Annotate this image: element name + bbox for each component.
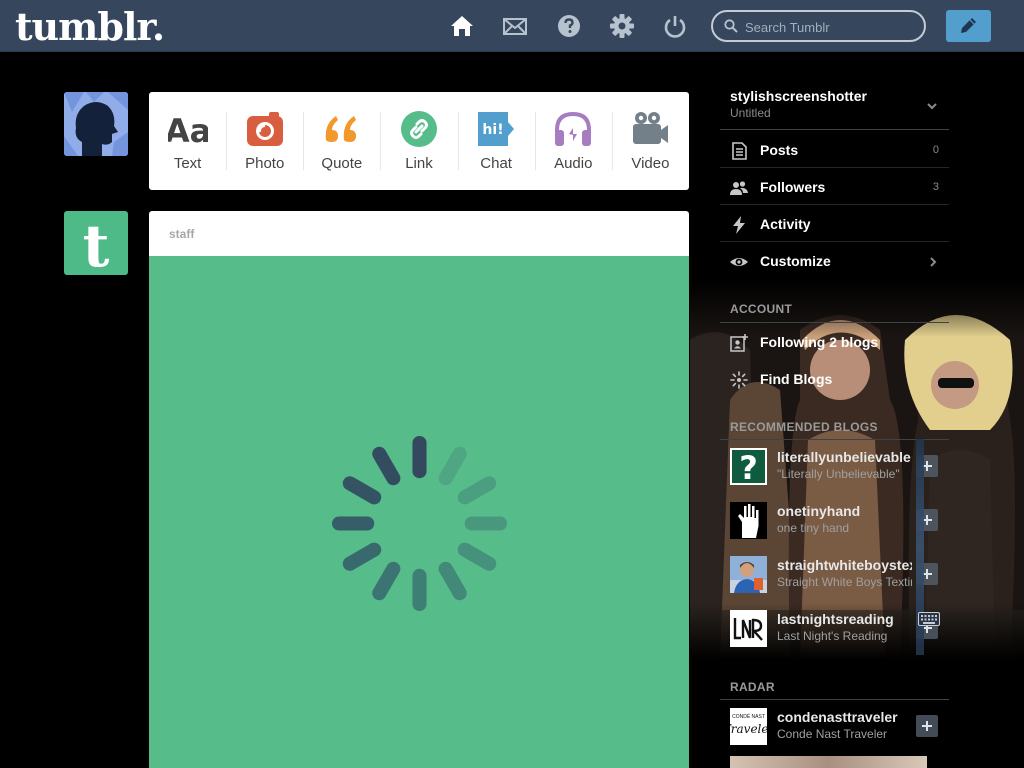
sidebar-item-following[interactable]: Following 2 blogs xyxy=(720,323,949,360)
post-type-text[interactable]: Aa Text xyxy=(149,92,226,190)
sidebar: stylishscreenshotter Untitled Posts 0 Fo… xyxy=(690,52,1024,768)
tumblr-logo[interactable]: tumblr. xyxy=(15,4,165,49)
account-section-title: ACCOUNT xyxy=(730,302,793,316)
compose-post-button[interactable] xyxy=(946,10,991,42)
person-avatar xyxy=(730,556,767,593)
post-type-label: Text xyxy=(173,155,202,172)
search-input[interactable] xyxy=(745,18,920,36)
home-icon[interactable] xyxy=(449,13,475,39)
recommended-blog-row[interactable]: lastnightsreading Last Night's Reading xyxy=(720,602,949,656)
post-type-link[interactable]: Link xyxy=(380,92,457,190)
svg-text:hi!: hi! xyxy=(483,122,504,138)
mail-icon[interactable] xyxy=(502,13,528,39)
post-type-label: Chat xyxy=(480,155,512,172)
post-type-audio[interactable]: Audio xyxy=(534,92,612,190)
staff-avatar[interactable]: t xyxy=(64,211,128,275)
radar-image-preview[interactable] xyxy=(730,756,927,768)
post-type-photo[interactable]: Photo xyxy=(226,92,303,190)
blog-name: literallyunbelievable xyxy=(777,449,911,465)
post-type-label: Photo xyxy=(245,155,285,172)
sidebar-item-label: Activity xyxy=(760,216,811,232)
recommended-section-title: RECOMMENDED BLOGS xyxy=(730,420,878,434)
blog-name: onetinyhand xyxy=(777,503,861,519)
svg-text:?: ? xyxy=(739,449,758,485)
question-mark-avatar: ? xyxy=(730,448,767,485)
blog-description: one tiny hand xyxy=(777,521,850,535)
post-type-label: Video xyxy=(631,155,670,172)
power-icon[interactable] xyxy=(662,13,688,39)
radar-section-title: RADAR xyxy=(730,680,775,694)
sidebar-item-label: Following 2 blogs xyxy=(760,334,879,350)
search-icon xyxy=(724,19,738,33)
post-type-chat[interactable]: hi! Chat xyxy=(457,92,535,190)
sidebar-item-label: Followers xyxy=(760,179,826,195)
loading-spinner-icon xyxy=(332,436,507,611)
blog-description: "Literally Unbelievable" xyxy=(777,467,900,481)
sidebar-item-count: 3 xyxy=(932,181,939,193)
quote-icon xyxy=(322,110,362,148)
post-type-selector: Aa Text Photo Quote Link hi! Chat Audio xyxy=(149,92,689,190)
recommended-blog-row[interactable]: ? literallyunbelievable "Literally Unbel… xyxy=(720,440,949,494)
svg-text:CONDÉ NAST: CONDÉ NAST xyxy=(732,713,765,720)
lnr-avatar xyxy=(730,610,767,647)
sidebar-item-label: Customize xyxy=(760,253,831,269)
sidebar-item-posts[interactable]: Posts 0 xyxy=(720,131,949,168)
svg-text:t: t xyxy=(83,212,110,275)
following-icon xyxy=(730,334,748,352)
traveler-avatar: CONDÉ NAST Traveler xyxy=(730,708,767,745)
blog-description: Conde Nast Traveler xyxy=(777,727,888,741)
blog-name: stylishscreenshotter xyxy=(730,88,867,104)
sidebar-item-label: Posts xyxy=(760,142,799,158)
chevron-down-icon xyxy=(927,103,937,110)
chat-icon: hi! xyxy=(476,110,516,148)
sidebar-item-customize[interactable]: Customize xyxy=(720,242,949,279)
recommended-blog-row[interactable]: onetinyhand one tiny hand xyxy=(720,494,949,548)
chevron-right-icon xyxy=(930,257,937,267)
link-icon xyxy=(399,110,439,148)
keyboard-icon[interactable] xyxy=(918,612,940,626)
blog-name: condenasttraveler xyxy=(777,709,898,725)
post-type-quote[interactable]: Quote xyxy=(303,92,380,190)
top-navigation-bar: tumblr. xyxy=(0,0,1024,52)
help-icon[interactable] xyxy=(556,13,582,39)
compass-icon xyxy=(730,371,748,389)
recommended-blog-row[interactable]: straightwhiteboystexting Straight White … xyxy=(720,548,949,602)
posts-icon xyxy=(732,142,747,160)
radar-blog-row[interactable]: CONDÉ NAST Traveler condenasttraveler Con… xyxy=(720,700,949,754)
post-type-label: Audio xyxy=(554,155,593,172)
svg-text:Traveler: Traveler xyxy=(730,722,767,736)
post-author[interactable]: staff xyxy=(149,211,689,256)
sidebar-item-followers[interactable]: Followers 3 xyxy=(720,168,949,205)
sidebar-item-count: 0 xyxy=(932,144,939,156)
camera-icon xyxy=(245,110,285,148)
blog-description: Last Night's Reading xyxy=(777,629,888,643)
followers-icon xyxy=(730,181,748,195)
blog-selector[interactable]: stylishscreenshotter Untitled xyxy=(720,84,949,130)
pencil-icon xyxy=(961,18,976,33)
gear-icon[interactable] xyxy=(609,13,635,39)
text-icon: Aa xyxy=(164,110,210,150)
svg-text:Aa: Aa xyxy=(168,112,208,148)
post-type-video[interactable]: Video xyxy=(611,92,689,190)
user-avatar[interactable] xyxy=(64,92,128,156)
video-camera-icon xyxy=(630,110,670,148)
eye-icon xyxy=(730,258,748,266)
blog-name: straightwhiteboystexting xyxy=(777,557,912,573)
sidebar-item-find-blogs[interactable]: Find Blogs xyxy=(720,360,949,397)
post-content xyxy=(149,256,689,768)
follow-button[interactable] xyxy=(916,715,938,737)
blog-subtitle: Untitled xyxy=(730,106,771,120)
dashboard-post: staff xyxy=(149,211,689,768)
post-type-label: Link xyxy=(405,155,433,172)
lightning-icon xyxy=(733,216,745,234)
hand-avatar xyxy=(730,502,767,539)
post-type-label: Quote xyxy=(321,155,363,172)
blog-description: Straight White Boys Texting xyxy=(777,575,912,589)
sidebar-item-label: Find Blogs xyxy=(760,371,833,387)
sidebar-item-activity[interactable]: Activity xyxy=(720,205,949,242)
search-box[interactable] xyxy=(711,10,926,42)
blog-name: lastnightsreading xyxy=(777,611,894,627)
headphones-icon xyxy=(553,110,593,148)
